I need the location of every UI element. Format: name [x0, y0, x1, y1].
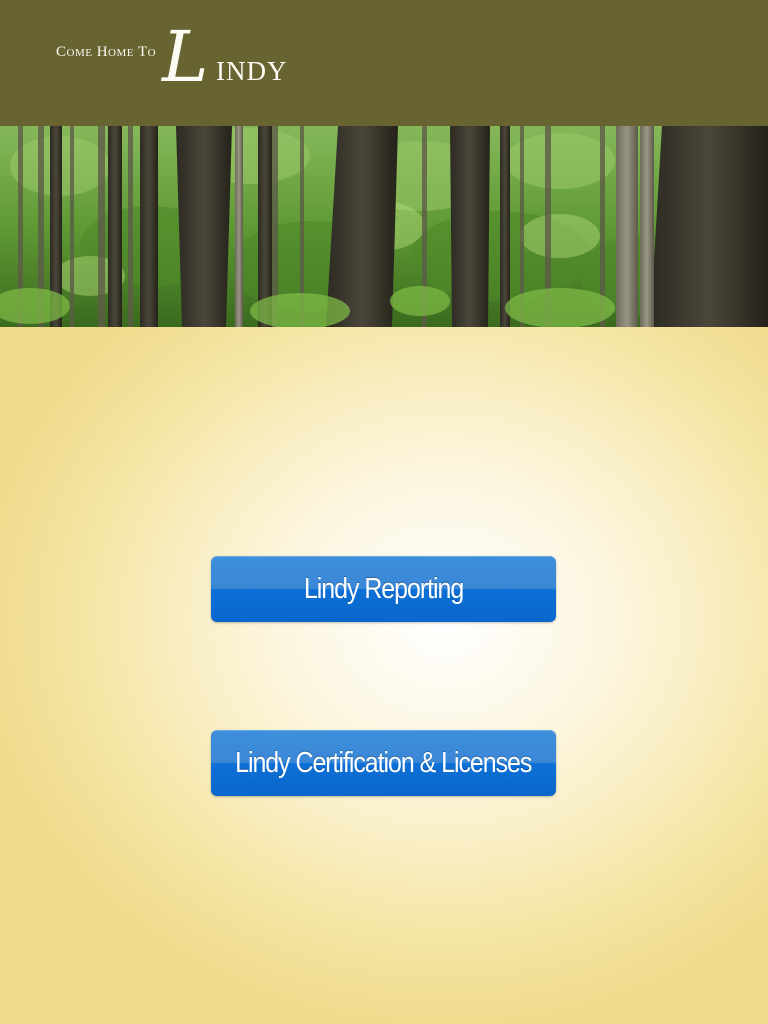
forest-illustration — [0, 126, 768, 327]
lindy-logo: Come Home To L INDY — [56, 22, 356, 102]
app-screen: Come Home To L INDY Lindy Reporting Lind… — [0, 0, 768, 1024]
lindy-reporting-label: Lindy Reporting — [303, 572, 464, 605]
logo-tagline: Come Home To — [56, 44, 157, 60]
logo-name: INDY — [216, 56, 288, 86]
lindy-certification-button[interactable]: Lindy Certification & Licenses — [211, 730, 556, 796]
lindy-certification-label: Lindy Certification & Licenses — [235, 746, 532, 779]
forest-banner-image — [0, 126, 768, 327]
logo-initial: L — [162, 16, 209, 98]
header-bar: Come Home To L INDY — [0, 0, 768, 126]
main-content: Lindy Reporting Lindy Certification & Li… — [0, 327, 768, 1024]
lindy-reporting-button[interactable]: Lindy Reporting — [211, 556, 556, 622]
